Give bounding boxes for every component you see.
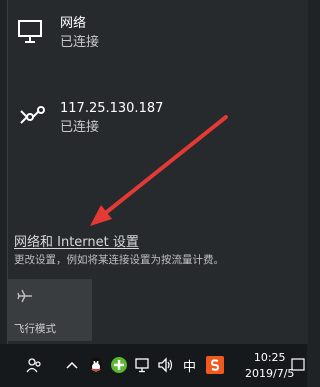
network-status: 已连接 bbox=[60, 120, 100, 135]
ime-mode-indicator[interactable]: 中 bbox=[183, 356, 196, 375]
clock-time: 10:25 bbox=[253, 351, 286, 364]
airplane-mode-label: 飞行模式 bbox=[14, 323, 56, 335]
network-status: 已连接 bbox=[60, 35, 100, 50]
network-flyout: 网络 已连接 117.25.130.187 已连接 网络和 Internet 设… bbox=[7, 0, 308, 344]
notification-icon[interactable] bbox=[290, 355, 306, 375]
green-shield-icon[interactable] bbox=[109, 355, 129, 375]
network-internet-settings-link[interactable]: 网络和 Internet 设置 bbox=[14, 231, 139, 250]
network-item-dialup[interactable]: 117.25.130.187 已连接 bbox=[16, 101, 163, 137]
network-name: 网络 bbox=[60, 16, 87, 31]
settings-description: 更改设置，例如将某连接设置为按流量计费。 bbox=[14, 254, 224, 266]
airplane-icon bbox=[17, 289, 32, 303]
clock[interactable]: 10:25 2019/7/5 bbox=[245, 350, 294, 382]
qq-penguin-icon[interactable] bbox=[86, 355, 106, 375]
network-item-ethernet[interactable]: 网络 已连接 bbox=[16, 16, 99, 52]
clock-date: 2019/7/5 bbox=[245, 367, 295, 380]
chevron-up-icon[interactable] bbox=[62, 355, 82, 375]
airplane-mode-tile[interactable]: 飞行模式 bbox=[8, 279, 92, 341]
network-icon[interactable] bbox=[133, 355, 153, 375]
volume-icon[interactable] bbox=[156, 355, 176, 375]
people-icon[interactable] bbox=[24, 355, 44, 375]
dialup-connection-icon bbox=[20, 106, 45, 124]
sogou-ime-icon[interactable] bbox=[205, 355, 225, 375]
ethernet-monitor-icon bbox=[18, 20, 42, 43]
taskbar: 中 10:25 2019/7/5 bbox=[0, 344, 307, 387]
network-name: 117.25.130.187 bbox=[60, 101, 164, 116]
